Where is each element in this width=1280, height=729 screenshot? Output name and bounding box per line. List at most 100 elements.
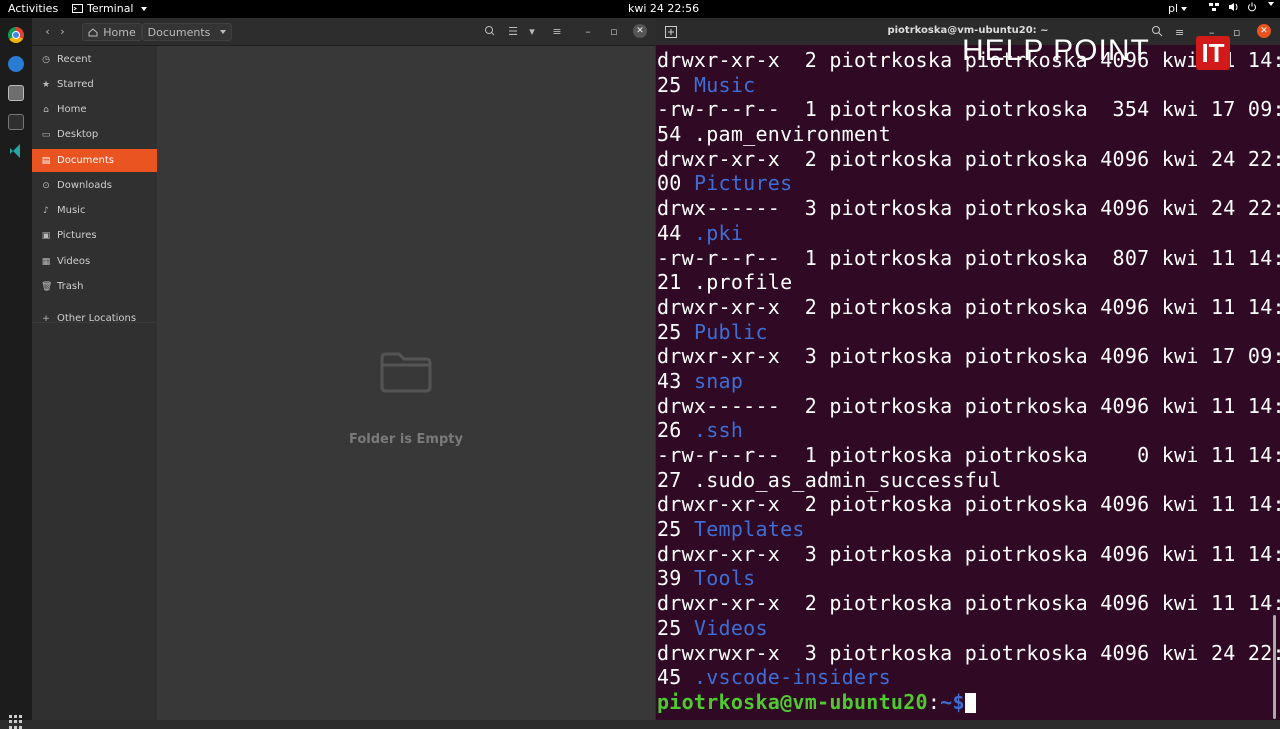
- watermark-text: HELP POINT: [962, 34, 1150, 67]
- files-icon[interactable]: [8, 85, 24, 101]
- top-bar: Activities Terminal kwi 24 22:56 pl: [0, 0, 1280, 18]
- prompt-path: ~$: [940, 689, 965, 714]
- video-icon: ▦: [41, 256, 51, 267]
- picture-icon: ▣: [41, 230, 51, 241]
- terminal-line: 43 snap: [657, 368, 744, 393]
- chevron-down-icon[interactable]: ▾: [527, 23, 537, 39]
- system-tray[interactable]: [1208, 2, 1274, 12]
- terminal-line: 25 Music: [657, 72, 756, 97]
- terminal-prompt[interactable]: piotrkoska@vm-ubuntu20:~$: [657, 690, 1277, 715]
- terminal-scrollbar[interactable]: [1273, 615, 1276, 719]
- document-icon: ▤: [41, 155, 51, 166]
- terminal-line: drwxr-xr-x 2 piotrkoska piotrkoska 4096 …: [657, 492, 1280, 517]
- prompt-user: piotrkoska@vm-ubuntu20: [657, 689, 928, 714]
- sidebar-item-music[interactable]: ♪ Music: [32, 199, 157, 222]
- show-applications-icon[interactable]: [9, 715, 23, 729]
- power-icon: [1248, 2, 1256, 12]
- vscode-icon[interactable]: [8, 143, 24, 159]
- file-manager-window: ‹ › Home Documents ☰ ▾ ≡ – ▫ ✕ ◷ Recent ★…: [32, 18, 655, 720]
- sidebar-item-pictures[interactable]: ▣ Pictures: [32, 224, 157, 247]
- breadcrumb-documents[interactable]: Documents: [142, 23, 232, 41]
- network-icon: [1209, 3, 1219, 11]
- sidebar-item-starred[interactable]: ★ Starred: [32, 73, 157, 96]
- back-icon[interactable]: ‹: [45, 25, 49, 38]
- trash-icon: 🗑: [41, 281, 53, 292]
- terminal-line: drwxrwxr-x 3 piotrkoska piotrkoska 4096 …: [657, 640, 1280, 665]
- maximize-icon[interactable]: ▫: [1233, 26, 1240, 39]
- clock[interactable]: kwi 24 22:56: [628, 2, 699, 15]
- search-icon[interactable]: [484, 23, 496, 39]
- sidebar-item-label: Music: [57, 205, 86, 216]
- file-manager-header: ‹ › Home Documents ☰ ▾ ≡ – ▫ ✕: [32, 18, 655, 46]
- terminal-line: -rw-r--r-- 1 piotrkoska piotrkoska 807 k…: [657, 245, 1280, 270]
- menu-icon[interactable]: ≡: [1175, 26, 1184, 39]
- prompt-separator: :: [927, 689, 941, 714]
- back-forward-buttons[interactable]: ‹ ›: [38, 23, 72, 39]
- file-view[interactable]: Folder is Empty: [157, 46, 655, 720]
- sidebar-item-recent[interactable]: ◷ Recent: [32, 48, 157, 71]
- sidebar-item-downloads[interactable]: ⊙ Downloads: [32, 174, 157, 197]
- terminal-line: drwx------ 2 piotrkoska piotrkoska 4096 …: [657, 393, 1280, 418]
- activities-button[interactable]: Activities: [8, 2, 58, 15]
- empty-folder-icon: [380, 352, 432, 393]
- star-icon: ★: [41, 79, 51, 90]
- sidebar-item-label: Desktop: [57, 129, 99, 140]
- terminal-line: 21 .profile: [657, 270, 793, 295]
- empty-folder-message: Folder is Empty: [349, 432, 463, 447]
- menu-icon[interactable]: ≡: [550, 23, 564, 39]
- close-icon[interactable]: ✕: [633, 24, 647, 38]
- terminal-output: drwxr-xr-x 2 piotrkoska piotrkoska 4096 …: [657, 48, 1280, 715]
- terminal-line: drwxr-xr-x 2 piotrkoska piotrkoska 4096 …: [657, 294, 1280, 319]
- sidebar-item-label: Videos: [57, 256, 91, 267]
- sidebar-item-label: Pictures: [57, 230, 97, 241]
- sidebar-item-desktop[interactable]: ▭ Desktop: [32, 123, 157, 146]
- forward-icon[interactable]: ›: [60, 25, 64, 38]
- sidebar-item-documents[interactable]: ▤ Documents: [32, 149, 157, 172]
- sidebar-item-videos[interactable]: ▦ Videos: [32, 250, 157, 273]
- sidebar-item-trash[interactable]: 🗑 Trash: [32, 275, 157, 298]
- breadcrumb-home-label: Home: [103, 25, 136, 39]
- sidebar-item-label: Other Locations: [57, 313, 137, 324]
- terminal-line: 26 .ssh: [657, 418, 744, 443]
- sidebar-item-label: Recent: [57, 54, 92, 65]
- terminal-line: 25 Public: [657, 319, 768, 344]
- terminal-line: -rw-r--r-- 1 piotrkoska piotrkoska 354 k…: [657, 97, 1280, 122]
- sidebar-item-home[interactable]: ⌂ Home: [32, 98, 157, 121]
- terminal-window[interactable]: piotrkoska@vm-ubuntu20: ~ ≡ – ▫ ✕ drwxr-…: [656, 18, 1280, 720]
- view-list-icon[interactable]: ☰: [506, 23, 520, 39]
- sidebar-item-label: Documents: [57, 155, 115, 166]
- terminal-line: drwxr-xr-x 2 piotrkoska piotrkoska 4096 …: [657, 591, 1280, 616]
- chevron-down-icon: [220, 30, 227, 34]
- music-icon: ♪: [43, 205, 49, 216]
- terminal-line: 27 .sudo_as_admin_successful: [657, 467, 1002, 492]
- thunderbird-icon[interactable]: [8, 56, 24, 72]
- terminal-icon[interactable]: [8, 114, 24, 130]
- terminal-line: drwxr-xr-x 3 piotrkoska piotrkoska 4096 …: [657, 541, 1280, 566]
- chrome-icon[interactable]: [8, 27, 24, 43]
- sidebar-item-label: Starred: [57, 79, 94, 90]
- plus-icon: +: [42, 313, 50, 324]
- dock: [0, 18, 32, 729]
- desktop-icon: ▭: [41, 129, 51, 140]
- terminal-line: 00 Pictures: [657, 171, 793, 196]
- breadcrumb-home[interactable]: Home: [82, 23, 142, 41]
- terminal-app-icon: [72, 4, 83, 13]
- language-indicator[interactable]: pl: [1168, 2, 1188, 15]
- text-cursor: [964, 693, 976, 714]
- maximize-icon[interactable]: ▫: [609, 23, 619, 39]
- chevron-down-icon: [1268, 2, 1274, 6]
- search-icon[interactable]: [1151, 25, 1163, 37]
- home-icon: [88, 27, 98, 36]
- terminal-line: drwx------ 3 piotrkoska piotrkoska 4096 …: [657, 196, 1280, 221]
- terminal-line: 54 .pam_environment: [657, 122, 891, 147]
- download-icon: ⊙: [42, 180, 50, 191]
- sidebar-item-other-locations[interactable]: + Other Locations: [32, 307, 157, 330]
- clock-icon: ◷: [42, 54, 50, 65]
- terminal-line: 25 Videos: [657, 615, 768, 640]
- close-icon[interactable]: ✕: [1257, 24, 1271, 38]
- app-menu[interactable]: Terminal: [72, 2, 147, 15]
- volume-icon: [1229, 3, 1238, 11]
- sidebar-item-label: Trash: [57, 281, 84, 292]
- minimize-icon[interactable]: –: [583, 23, 593, 39]
- terminal-line: -rw-r--r-- 1 piotrkoska piotrkoska 0 kwi…: [657, 443, 1280, 467]
